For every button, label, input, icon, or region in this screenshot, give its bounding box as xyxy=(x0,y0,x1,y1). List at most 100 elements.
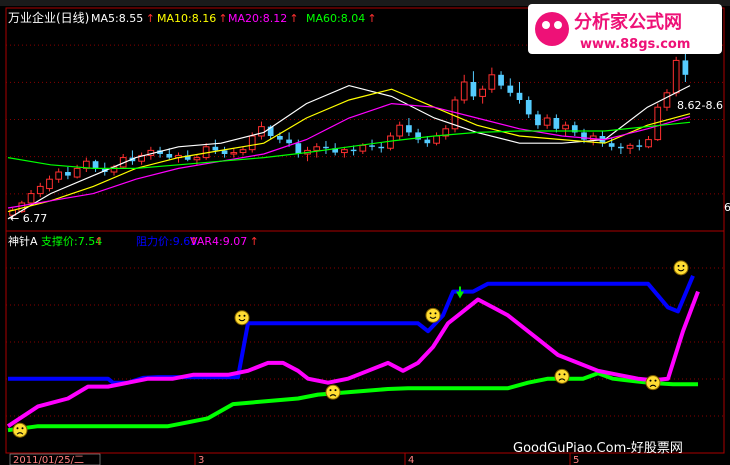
candle-body-down xyxy=(525,100,532,115)
face-eye xyxy=(654,379,657,382)
candle-body-up xyxy=(36,185,44,195)
candle-body-up xyxy=(359,144,367,152)
candle-body-up xyxy=(248,135,256,151)
indicator-legend-label: VAR4:9.07 xyxy=(190,235,247,248)
face-circle xyxy=(325,384,341,400)
watermark-brand: 分析家公式网 xyxy=(574,11,682,33)
ma-legend-label: MA10:8.16 xyxy=(157,12,216,25)
happy-face-icon xyxy=(234,310,250,326)
candle-body-up xyxy=(387,135,394,149)
candle-body-down xyxy=(166,154,173,158)
brand-watermark: 分析家公式网 www.88gs.com xyxy=(528,4,722,54)
up-arrow-icon: ↑ xyxy=(289,12,298,25)
month-tick-label: 3 xyxy=(198,455,204,465)
indicator-legend-label: 支撑价:7.54 xyxy=(41,234,102,248)
up-arrow-icon: ↑ xyxy=(146,12,155,25)
candle-body-up xyxy=(55,171,63,180)
face-eye xyxy=(429,312,432,315)
face-circle xyxy=(554,368,570,384)
indicator-panel-frame xyxy=(5,230,725,454)
candle-body-down xyxy=(350,149,357,152)
candle-body-down xyxy=(636,145,643,147)
candle-body-down xyxy=(682,60,689,75)
candle-body-up xyxy=(396,124,404,137)
watermark-logo-eye-icon xyxy=(542,21,550,29)
ma-line-ma10 xyxy=(7,88,691,213)
candle-body-up xyxy=(626,144,634,149)
up-arrow-icon: ↑ xyxy=(250,235,259,248)
candle-body-down xyxy=(424,139,431,144)
down-arrow-icon xyxy=(456,286,464,299)
candle-body-down xyxy=(498,74,504,86)
watermark-logo-eye-icon xyxy=(554,21,562,29)
candle-body-up xyxy=(258,126,265,137)
candle-body-down xyxy=(295,143,302,154)
ma-lines-group xyxy=(7,84,691,220)
face-circle xyxy=(12,422,28,438)
ma-line-ma60 xyxy=(7,121,691,169)
face-eye xyxy=(558,373,561,376)
face-eye xyxy=(243,314,246,317)
indicator-grid xyxy=(6,267,724,417)
watermark-logo-icon xyxy=(535,12,569,46)
candle-body-up xyxy=(562,124,569,130)
sad-face-icon xyxy=(12,422,28,438)
candle-body-down xyxy=(535,114,541,126)
candle-body-up xyxy=(460,81,468,101)
candle-body-up xyxy=(193,157,201,161)
candle-body-down xyxy=(323,146,329,149)
ma-legend-label: MA60:8.04 xyxy=(306,12,365,25)
up-arrow-icon: ↑ xyxy=(218,12,227,25)
candle-body-up xyxy=(645,139,652,148)
happy-face-icon xyxy=(425,307,441,323)
candle-body-up xyxy=(230,152,238,155)
up-arrow-icon: ↑ xyxy=(367,12,376,25)
candle-body-down xyxy=(553,118,560,129)
candle-body-up xyxy=(73,167,81,178)
stock-chart: 万业企业(日线) MA5:8.55 ↑ MA10:8.16 ↑ MA20:8.12 ↑ MA… xyxy=(0,0,730,465)
right-axis-tick: 6 xyxy=(724,201,730,214)
candle-body-up xyxy=(313,146,321,151)
happy-face-icon xyxy=(673,260,689,276)
ma-legend-label: MA5:8.55 xyxy=(91,12,143,25)
face-circle xyxy=(673,260,689,276)
candle-body-down xyxy=(221,150,228,154)
sad-face-icon xyxy=(325,384,341,400)
candle-body-down xyxy=(470,82,477,97)
candle-body-down xyxy=(378,146,385,149)
ma-legend: MA5:8.55 ↑ MA10:8.16 ↑ MA20:8.12 ↑ MA60:8.04 ↑ xyxy=(91,12,377,25)
face-eye xyxy=(21,427,24,430)
indicator-legend: 支撑价:7.54↑ 阻力价:9.65↑VAR4:9.07 ↑ xyxy=(41,234,259,248)
candle-body-up xyxy=(663,92,671,108)
candle-body-up xyxy=(479,88,486,97)
face-eye xyxy=(682,264,685,267)
candle-body-down xyxy=(507,85,514,93)
face-eye xyxy=(334,389,337,392)
candle-body-up xyxy=(46,178,53,190)
indicator-lines-group xyxy=(6,275,700,433)
candle-body-up xyxy=(672,59,680,94)
ma-legend-label: MA20:8.12 xyxy=(228,12,287,25)
month-tick-label: 5 xyxy=(573,455,579,465)
face-circle xyxy=(425,307,441,323)
face-eye xyxy=(238,314,241,317)
indicator-line-VAR4 xyxy=(6,290,700,428)
face-eye xyxy=(434,312,437,315)
min-price-label: ← 6.77 xyxy=(10,212,47,225)
candles-group xyxy=(9,38,689,219)
chart-stage: 万业企业(日线) MA5:8.55 ↑ MA10:8.16 ↑ MA20:8.12 ↑ MA… xyxy=(0,0,730,465)
candle-body-down xyxy=(65,172,71,176)
month-tick-label: 4 xyxy=(408,455,414,465)
face-eye xyxy=(16,427,19,430)
price-range-label: 8.62-8.6 xyxy=(677,99,723,112)
face-eye xyxy=(329,389,332,392)
candle-body-down xyxy=(277,136,283,140)
candle-body-down xyxy=(406,125,412,133)
site-watermark: GoodGuPiao.Com-好股票网 xyxy=(513,441,683,456)
candle-body-up xyxy=(543,117,551,126)
signal-icons-group xyxy=(12,260,689,438)
candle-body-up xyxy=(488,74,496,90)
face-circle xyxy=(645,375,661,391)
face-circle xyxy=(234,310,250,326)
indicator-title: 神针A xyxy=(8,234,38,248)
